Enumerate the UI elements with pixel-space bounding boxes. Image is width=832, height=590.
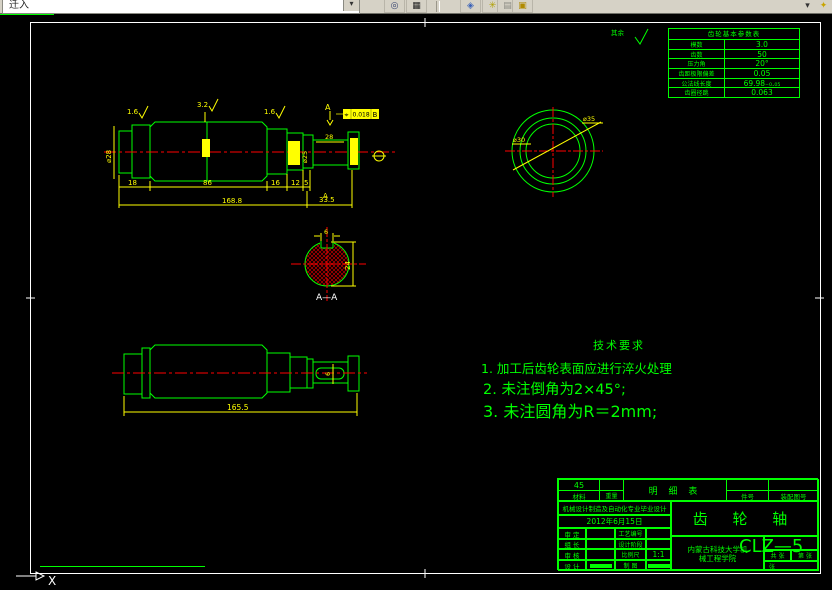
svg-text:1.6: 1.6 [264,108,276,116]
layer-combo[interactable]: 迁入 ▾ [2,0,360,14]
school-line2: 械工程学院 [698,553,737,563]
check-label: 审 核 [558,549,586,560]
binoculars-icon[interactable]: ◎ [384,0,405,13]
svg-text:⌀30: ⌀30 [513,136,525,144]
stage-label: 设计阶段 [615,539,646,549]
draft-label: 制 图 [615,560,646,571]
svg-text:168.8: 168.8 [222,197,242,205]
svg-text:165.5: 165.5 [227,403,249,412]
material-label: 材料 [558,490,600,501]
tech-req-title: 技术要求 [593,339,645,352]
layers-icon[interactable]: ◈ [460,0,481,13]
gear-param-value: 69.98₋₀.₀₅ [743,78,781,88]
empty-cell [586,528,615,539]
gear-param-label: 模数 [669,40,725,49]
gear-param-label: 公法线长度 [669,78,725,88]
gear-param-value: 50 [757,49,767,59]
chevron-down-icon[interactable]: ▾ [343,0,359,11]
approve-label: 审 定 [558,528,586,539]
empty-cell [586,549,615,560]
svg-text:5: 5 [304,179,308,187]
toolbar-separator [436,1,440,12]
svg-text:3.2: 3.2 [197,101,208,109]
sheet-unit-label: 张 [764,561,819,571]
empty-cell [646,539,671,549]
scale-value: 1:1 [646,549,671,560]
assembly-no-label: 装配图号 [768,490,819,501]
gear-param-label: 齿距极限偏差 [669,69,725,78]
toolbar: 迁入 ▾ ◎ ▦ ◈ ✳ ▤ ▣ ▾ ✦ [0,0,832,14]
gear-param-value: 20° [755,59,769,69]
table-row: 齿数 50 [669,49,799,60]
gear-param-value: 3.0 [756,40,768,49]
tolerance-frame[interactable]: ⌖ 0.018 B [336,109,379,119]
surface-roughness-note: 其余 [611,29,624,37]
cube-icon[interactable]: ▣ [512,0,533,13]
star-icon[interactable]: ✦ [814,0,832,12]
gear-parameter-table[interactable]: 齿轮基本参数表 模数 3.0 齿数 50 压力角 20° 齿距极限偏差 0.05… [668,28,800,98]
bottom-shaft-view[interactable]: 165.5 6 [112,344,367,416]
gear-param-label: 齿数 [669,49,725,59]
svg-text:16: 16 [271,179,280,187]
svg-text:18: 18 [128,179,137,187]
drawing-number: CLZ—5 [739,535,804,557]
scale-label: 比例尺 [615,549,646,560]
title-block[interactable]: 45 材料 重量 明 细 表 件号 装配图号 机械设计制造及自动化专业毕业设计 … [557,478,819,571]
bom-title: 明 细 表 [623,479,727,501]
signature-bar [589,563,612,568]
project-name: 机械设计制造及自动化专业毕业设计 [558,501,671,515]
table-row: 模数 3.0 [669,40,799,50]
process-no-label: 工艺编号 [615,528,646,539]
tech-req-item: 2. 未注倒角为2×45°; [483,382,626,398]
table-row: 公法线长度 69.98₋₀.₀₅ [669,78,799,89]
gear-param-value: 0.05 [753,69,771,78]
table-row: 齿距极限偏差 0.05 [669,69,799,79]
gear-param-label: 齿圈径跳 [669,88,725,98]
end-view[interactable]: ⌀30 ⌀35 [505,107,603,197]
table-row: 齿圈径跳 0.063 [669,88,799,98]
display-icon[interactable]: ▦ [406,0,427,13]
svg-text:0.018: 0.018 [353,112,370,119]
svg-text:B: B [373,111,378,119]
gear-table-title: 齿轮基本参数表 [669,29,799,40]
section-view[interactable]: 6 24 A—A [291,227,366,303]
weight-label: 重量 [599,490,624,501]
ucs-x-label: X [48,574,56,588]
svg-text:12: 12 [291,179,300,187]
svg-text:6: 6 [324,372,332,376]
svg-text:⌖: ⌖ [345,111,349,119]
svg-text:A: A [325,103,331,112]
empty-cell [646,528,671,539]
svg-text:24: 24 [344,261,352,270]
part-no-label: 件号 [726,490,769,501]
signature-bar [647,563,670,568]
part-name: 齿 轮 轴 [671,501,819,536]
signature-cell [646,560,671,571]
svg-text:1.6: 1.6 [127,108,139,116]
svg-text:⌀25: ⌀25 [301,151,309,163]
empty-cell [586,539,615,549]
section-label: A—A [316,293,338,303]
gear-param-value: 0.063 [751,88,773,98]
gear-param-label: 压力角 [669,59,725,69]
svg-text:A: A [323,192,328,200]
design-label: 设 计 [558,560,586,571]
end-view-dimension[interactable] [512,121,603,171]
signature-cell [586,560,615,571]
svg-text:6: 6 [324,228,328,236]
table-row: 压力角 20° [669,59,799,70]
svg-text:⌀28: ⌀28 [105,150,113,163]
tech-req-item: 3. 未注圆角为R＝2mm; [483,402,658,421]
date: 2012年6月15日 [558,515,671,528]
top-shaft-view[interactable]: 18 86 16 12 5 33.5 168.8 A A ⌀28 ⌀25 28 … [104,98,397,208]
combo-text: 迁入 [9,0,29,11]
svg-text:⌀35: ⌀35 [583,115,595,123]
svg-text:86: 86 [203,179,212,187]
group-label: 组 长 [558,539,586,549]
svg-text:28: 28 [325,133,333,141]
tech-req-item: 1. 加工后齿轮表面应进行淬火处理 [481,361,672,376]
roughness-check-icon [634,28,649,45]
